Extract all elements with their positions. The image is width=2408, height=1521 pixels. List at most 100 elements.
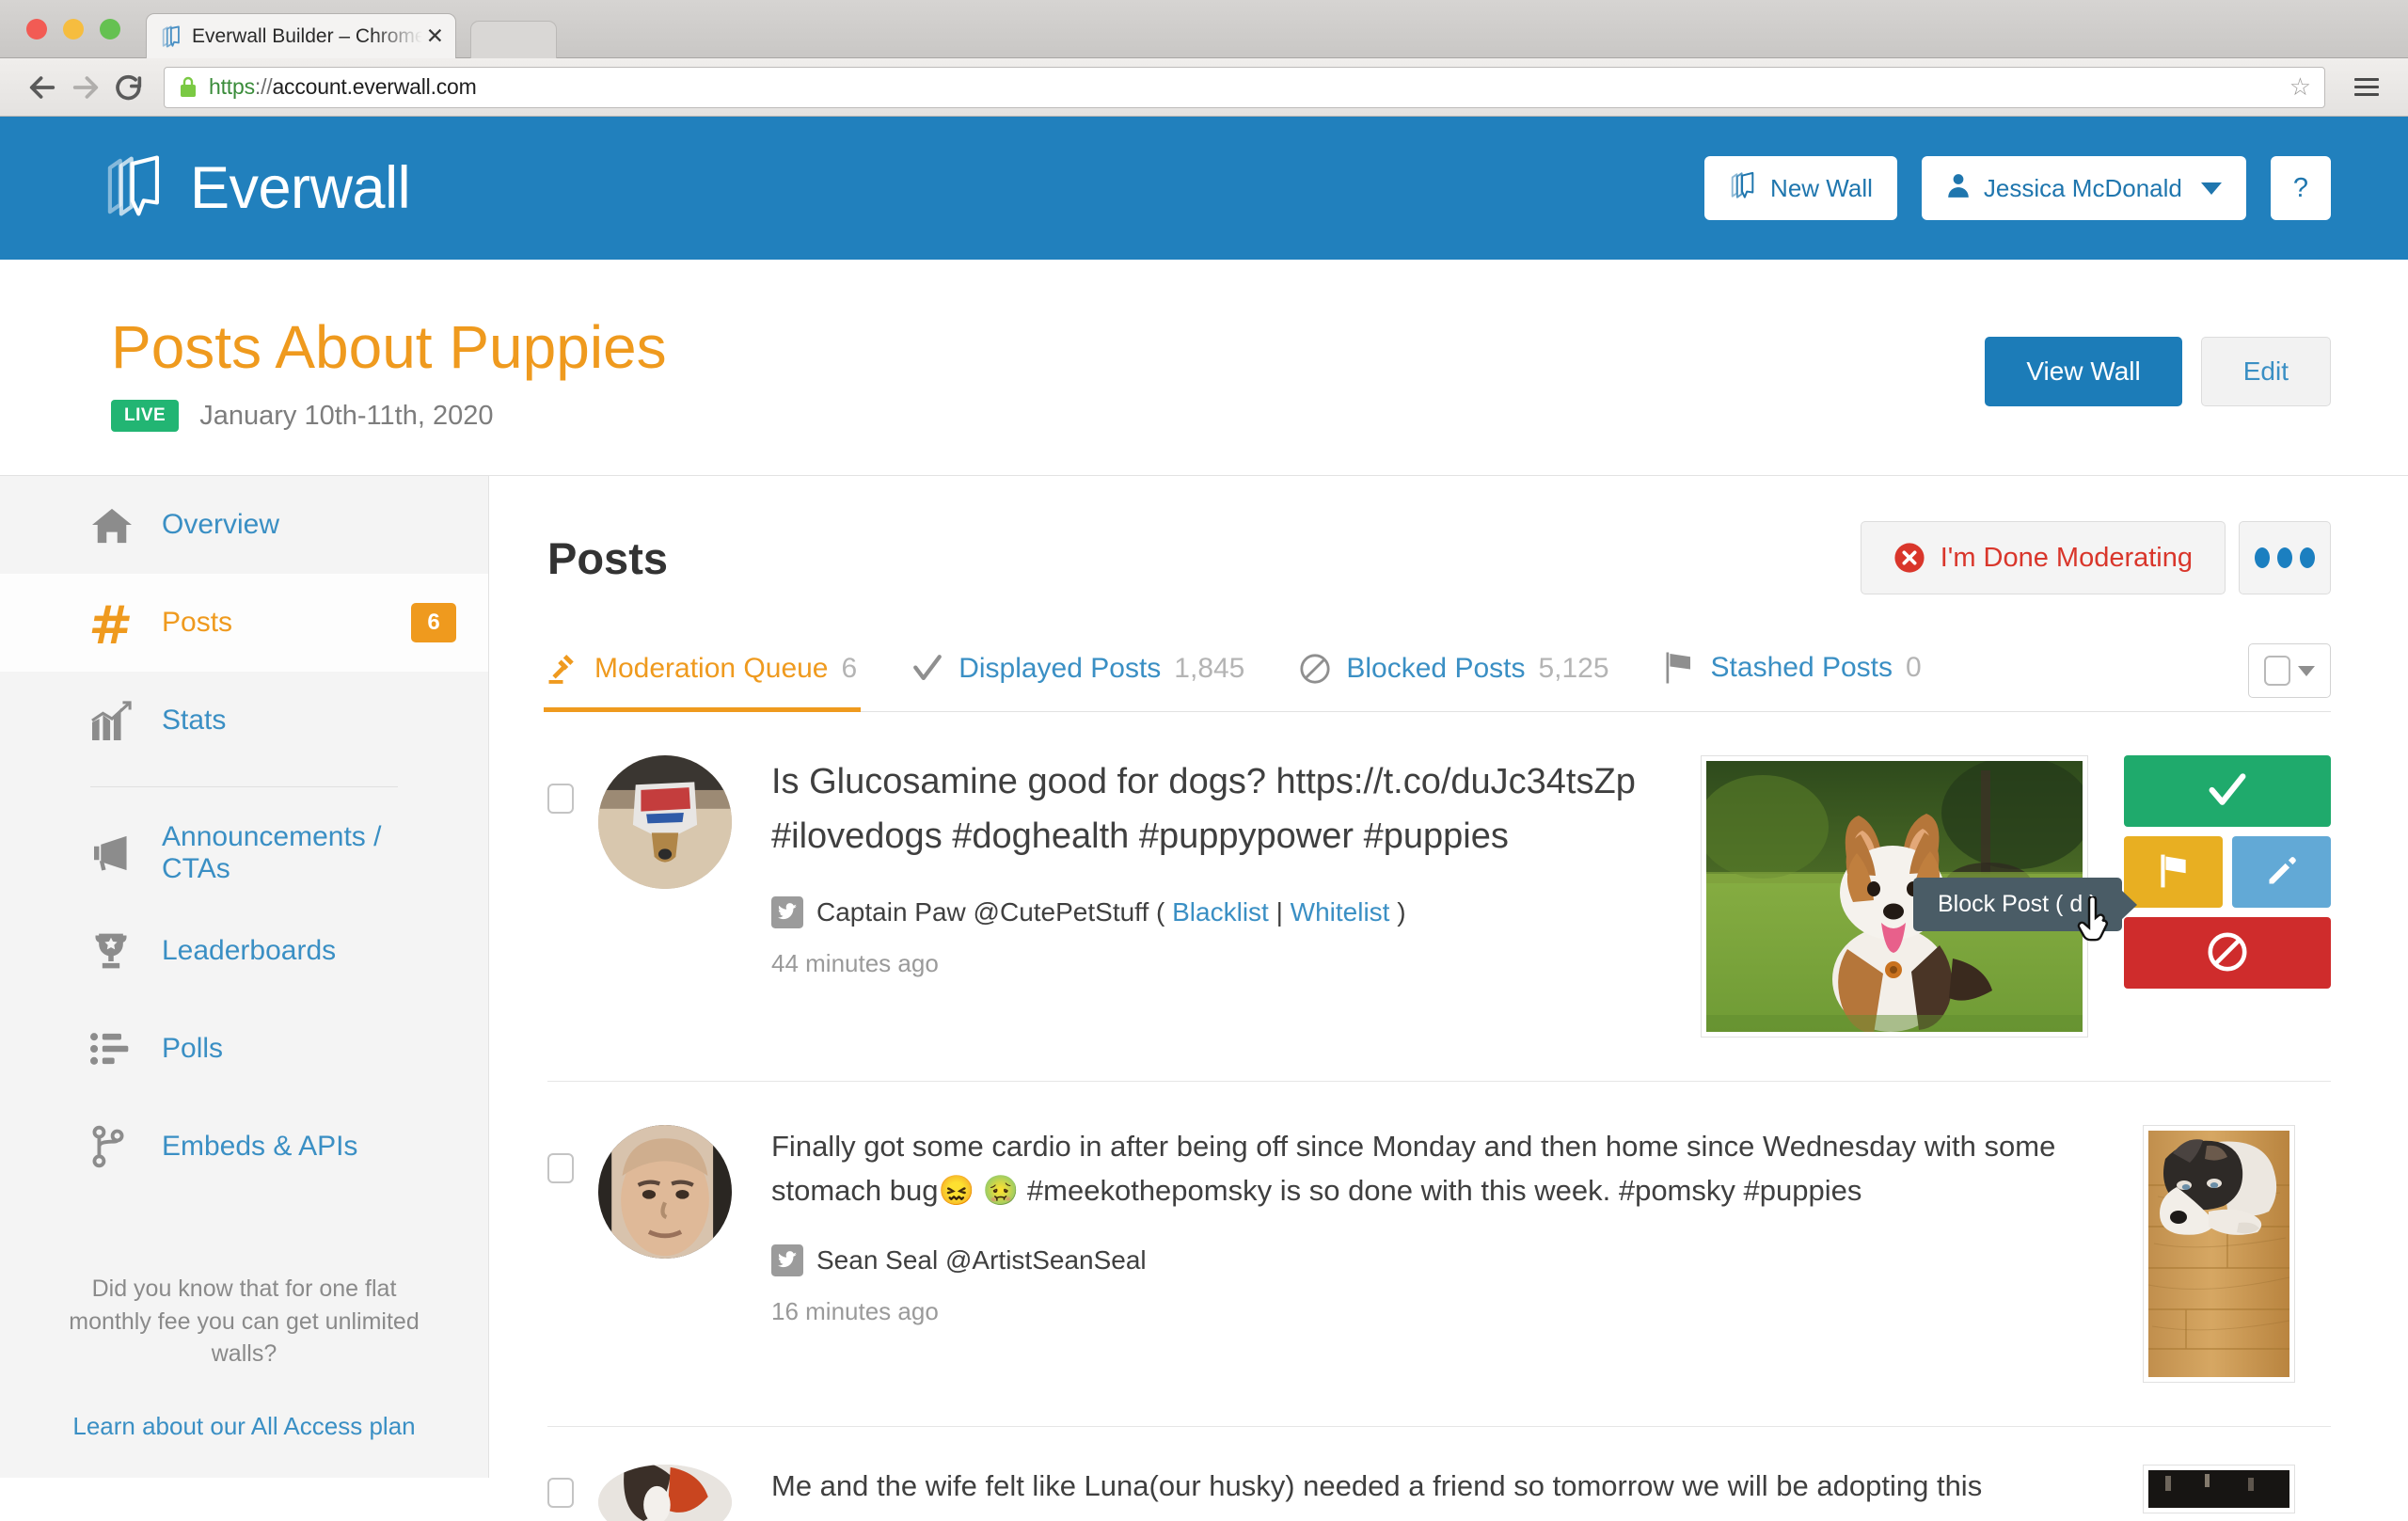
post-filter-tabs: Moderation Queue 6 Displayed Posts 1,845… <box>543 643 2331 713</box>
chevron-down-icon[interactable] <box>2298 665 2315 676</box>
maximize-window-button[interactable] <box>100 19 120 40</box>
brand-name: Everwall <box>190 155 411 221</box>
browser-tab-title: Everwall Builder – Chrome <box>192 24 422 47</box>
post-item: Me and the wife felt like Luna(our husky… <box>547 1427 2331 1521</box>
new-wall-label: New Wall <box>1770 173 1873 202</box>
mouse-cursor <box>2076 895 2115 945</box>
post-author-handle: @CutePetStuff <box>973 896 1149 927</box>
edit-post-button[interactable] <box>2232 836 2331 909</box>
new-tab-button[interactable] <box>470 21 557 58</box>
sidebar-item-label: Overview <box>162 509 280 541</box>
post-checkbox[interactable] <box>547 1153 574 1184</box>
sidebar-badge-posts: 6 <box>411 603 456 643</box>
stash-post-button[interactable] <box>2124 836 2223 909</box>
reload-icon[interactable] <box>107 66 150 109</box>
list-icon <box>90 1031 143 1067</box>
post-timestamp: 44 minutes ago <box>771 948 939 977</box>
brand[interactable]: Everwall <box>102 151 411 226</box>
avatar <box>598 1465 732 1521</box>
blacklist-link[interactable]: Blacklist <box>1172 897 1269 927</box>
tab-label: Moderation Queue <box>594 653 829 685</box>
twitter-icon <box>771 1244 803 1277</box>
everwall-logo-icon <box>102 151 167 226</box>
page-body: Overview Posts 6 Stats Announcements / C… <box>0 476 2408 1521</box>
browser-tabstrip: Everwall Builder – Chrome ✕ <box>0 0 2408 58</box>
tab-displayed-posts[interactable]: Displayed Posts 1,845 <box>911 653 1244 711</box>
post-media[interactable] <box>2143 1465 2295 1514</box>
post-meta: Captain Paw @CutePetStuff ( Blacklist | … <box>771 895 1672 928</box>
sidebar-item-overview[interactable]: Overview <box>0 476 488 574</box>
approve-post-button[interactable] <box>2124 755 2331 828</box>
sidebar-promo: Did you know that for one flat monthly f… <box>0 1273 488 1441</box>
megaphone-icon <box>90 834 143 872</box>
sidebar-item-announcements[interactable]: Announcements / CTAs <box>0 804 488 902</box>
home-icon <box>90 505 143 545</box>
sidebar-item-posts[interactable]: Posts 6 <box>0 574 488 673</box>
post-actions <box>2124 755 2331 990</box>
more-options-button[interactable] <box>2239 521 2331 595</box>
block-post-button[interactable] <box>2124 917 2331 990</box>
sidebar-item-label: Announcements / CTAs <box>162 821 382 885</box>
post-body: Me and the wife felt like Luna(our husky… <box>771 1465 2143 1509</box>
tab-stashed-posts[interactable]: Stashed Posts 0 <box>1664 651 1922 711</box>
page-subtitle: LIVE January 10th-11th, 2020 <box>111 400 667 433</box>
gavel-icon <box>547 653 581 685</box>
page-date-range: January 10th-11th, 2020 <box>199 400 494 431</box>
post-author-name: Captain Paw <box>816 896 966 927</box>
page-header-text: Posts About Puppies LIVE January 10th-11… <box>111 313 667 433</box>
sidebar-item-label: Polls <box>162 1033 224 1065</box>
post-body: Is Glucosamine good for dogs? https://t.… <box>771 755 1701 978</box>
sidebar-item-polls[interactable]: Polls <box>0 1000 488 1098</box>
help-button[interactable]: ? <box>2270 156 2331 220</box>
flag-icon <box>1664 651 1698 685</box>
browser-toolbar: https://account.everwall.com ☆ <box>0 58 2408 117</box>
block-icon <box>1299 653 1333 685</box>
url-scheme: https <box>209 74 255 99</box>
hamburger-menu-icon[interactable] <box>2346 78 2387 96</box>
avatar-man-portrait <box>598 1125 732 1260</box>
sidebar-item-stats[interactable]: Stats <box>0 672 488 769</box>
arrow-left-icon[interactable] <box>21 66 64 109</box>
done-moderating-button[interactable]: I'm Done Moderating <box>1860 521 2226 595</box>
close-icon[interactable]: ✕ <box>426 25 444 47</box>
arrow-right-icon[interactable] <box>64 66 107 109</box>
post-checkbox[interactable] <box>547 1478 574 1509</box>
code-branch-icon <box>90 1125 143 1168</box>
post-checkbox[interactable] <box>547 784 574 815</box>
tab-label: Blocked Posts <box>1346 653 1526 685</box>
sidebar-item-leaderboards[interactable]: Leaderboards <box>0 902 488 1000</box>
help-label: ? <box>2292 172 2308 203</box>
browser-tab[interactable]: Everwall Builder – Chrome ✕ <box>146 13 456 58</box>
post-text: Finally got some cardio in after being o… <box>771 1130 2056 1207</box>
main-header: Posts I'm Done Moderating <box>547 521 2331 595</box>
check-icon <box>2206 771 2249 812</box>
whitelist-link[interactable]: Whitelist <box>1291 897 1390 927</box>
close-window-button[interactable] <box>26 19 47 40</box>
sidebar-item-embeds[interactable]: Embeds & APIs <box>0 1098 488 1196</box>
edit-button[interactable]: Edit <box>2200 337 2331 406</box>
star-icon[interactable]: ☆ <box>2289 72 2311 102</box>
view-wall-button[interactable]: View Wall <box>1985 337 2182 406</box>
window-controls[interactable] <box>26 19 120 40</box>
post-author-name: Sean Seal <box>816 1245 939 1275</box>
sidebar: Overview Posts 6 Stats Announcements / C… <box>0 476 489 1479</box>
post-media[interactable] <box>2143 1125 2295 1384</box>
sidebar-promo-link[interactable]: Learn about our All Access plan <box>66 1412 422 1441</box>
header-actions: New Wall Jessica McDonald ? <box>1704 156 2331 220</box>
tab-blocked-posts[interactable]: Blocked Posts 5,125 <box>1299 653 1609 711</box>
bulk-select-wrap <box>2248 643 2331 711</box>
check-icon <box>911 654 945 684</box>
sidebar-item-label: Posts <box>162 607 233 639</box>
address-bar[interactable]: https://account.everwall.com ☆ <box>164 66 2325 108</box>
flag-icon <box>2158 853 2190 892</box>
account-menu-button[interactable]: Jessica McDonald <box>1921 156 2246 220</box>
bulk-select-dropdown[interactable] <box>2248 643 2331 699</box>
browser-window: Everwall Builder – Chrome ✕ https://acco… <box>0 0 2408 1521</box>
page-title: Posts About Puppies <box>111 313 667 381</box>
sidebar-promo-text: Did you know that for one flat monthly f… <box>69 1275 420 1368</box>
checkbox-icon[interactable] <box>2264 656 2290 687</box>
minimize-window-button[interactable] <box>63 19 84 40</box>
new-wall-button[interactable]: New Wall <box>1704 156 1897 220</box>
app-header: Everwall New Wall Jessica McDonald ? <box>0 117 2408 260</box>
tab-moderation-queue[interactable]: Moderation Queue 6 <box>543 653 862 713</box>
